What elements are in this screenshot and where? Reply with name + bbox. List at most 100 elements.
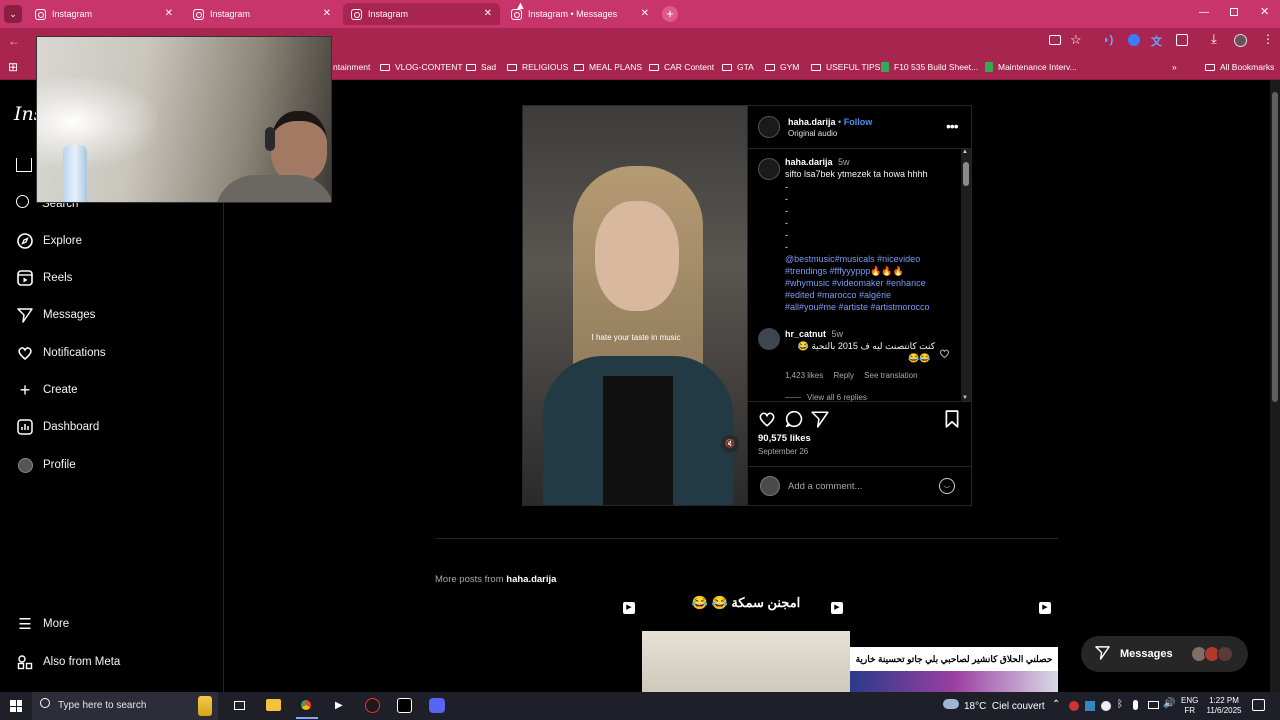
notification-center-icon[interactable] (1252, 699, 1265, 711)
bookmark-folder[interactable]: CAR Content (649, 62, 714, 72)
nav-explore[interactable]: Explore (16, 229, 82, 253)
extension-icon[interactable]: ◗) (1103, 34, 1113, 46)
save-bookmark-icon[interactable] (944, 410, 960, 433)
chrome-icon[interactable] (298, 697, 314, 713)
comments-scrollbar[interactable]: ▲ ▼ (961, 149, 971, 401)
more-post-thumbnail[interactable]: ▶ (435, 595, 642, 692)
more-posts-username[interactable]: haha.darija (506, 574, 556, 585)
nav-dashboard[interactable]: Dashboard (16, 415, 99, 439)
messages-floating-button[interactable]: Messages (1081, 636, 1248, 672)
bookmark-folder[interactable]: GTA (722, 62, 754, 72)
profile-avatar-icon[interactable] (1234, 34, 1247, 47)
comment-like-icon[interactable] (939, 346, 950, 364)
caption-username[interactable]: haha.darija (785, 157, 833, 167)
tray-overflow-icon[interactable]: ⌃ (1052, 699, 1060, 710)
browser-tab[interactable]: Instagram • Messages ✕ (503, 3, 657, 25)
commenter-avatar[interactable] (758, 328, 780, 350)
tray-app-icon[interactable] (1101, 701, 1111, 711)
tab-search-button[interactable]: ⌄ (4, 5, 22, 23)
emoji-icon[interactable]: ‿ (939, 478, 955, 494)
bookmark-folder[interactable]: GYM (765, 62, 799, 72)
bookmark-folder[interactable]: USEFUL TIPS (811, 62, 880, 72)
comment-likes[interactable]: 1,423 likes (785, 371, 823, 380)
download-icon[interactable]: ⤓ (1211, 31, 1217, 47)
media-player-icon[interactable]: ▶ (335, 700, 343, 711)
install-app-icon[interactable] (1049, 35, 1061, 45)
browser-tab[interactable]: Instagram ✕ (185, 3, 339, 25)
mute-icon[interactable]: 🔇 (721, 435, 739, 453)
language-indicator[interactable]: ENG FR (1181, 696, 1198, 716)
comment-reply-button[interactable]: Reply (833, 371, 853, 380)
close-tab-icon[interactable]: ✕ (165, 8, 173, 19)
weather-text[interactable]: 18°C Ciel couvert (964, 701, 1045, 712)
bookmark-folder[interactable]: RELIGIOUS (507, 62, 568, 72)
author-avatar[interactable] (758, 116, 780, 138)
close-tab-icon[interactable]: ✕ (484, 8, 492, 19)
follow-button[interactable]: Follow (844, 117, 873, 127)
commenter-username[interactable]: hr_catnut (785, 329, 826, 339)
home-icon[interactable] (16, 158, 32, 172)
task-view-icon[interactable] (234, 701, 245, 710)
file-explorer-icon[interactable] (266, 699, 281, 711)
caption-hashtags[interactable]: @bestmusic#musicals #nicevideo #trending… (785, 253, 930, 313)
close-window-icon[interactable]: ✕ (1260, 5, 1269, 18)
nav-reels[interactable]: Reels (16, 266, 72, 290)
clock[interactable]: 1:22 PM 11/6/2025 (1204, 696, 1244, 716)
author-username[interactable]: haha.darija (788, 117, 836, 127)
like-icon[interactable] (758, 410, 776, 433)
translate-extension-icon[interactable]: 文 (1151, 33, 1162, 49)
bookmark-folder[interactable]: Sad (466, 62, 496, 72)
post-options-icon[interactable]: ••• (946, 118, 959, 134)
nav-messages[interactable]: Messages (16, 303, 95, 327)
browser-tab-active[interactable]: Instagram ✕ (343, 3, 500, 25)
bookmark-sheet[interactable]: Maintenance Interv... (985, 62, 1077, 72)
bookmark-folder[interactable]: VLOG-CONTENT (380, 62, 463, 72)
discord-icon[interactable] (429, 698, 445, 713)
more-post-thumbnail[interactable]: ▶ حصلني الحلاق كانشير لصاحبي بلي جاتو تح… (850, 595, 1058, 692)
page-scrollbar[interactable] (1270, 80, 1280, 692)
bookmarks-overflow-icon[interactable]: » (1172, 62, 1177, 72)
add-comment-input[interactable]: Add a comment... (788, 481, 928, 492)
bookmark-star-icon[interactable]: ☆ (1070, 32, 1082, 48)
network-icon[interactable] (1148, 701, 1159, 709)
extensions-puzzle-icon[interactable] (1176, 34, 1188, 46)
apps-grid-icon[interactable]: ⊞ (8, 60, 18, 74)
bookmark-folder[interactable]: MEAL PLANS (574, 62, 642, 72)
comment-icon[interactable] (785, 410, 803, 433)
windows-start-icon[interactable] (10, 700, 22, 712)
caption-avatar[interactable] (758, 158, 780, 180)
nav-also-from-meta[interactable]: Also from Meta (16, 650, 120, 674)
new-tab-button[interactable]: + (662, 6, 678, 22)
taskbar-search-box[interactable]: Type here to search (32, 692, 218, 720)
more-post-thumbnail[interactable]: 😂 😂 امجنن سمكة ▶ (642, 595, 850, 692)
bookmark-item[interactable]: ntainment (333, 62, 370, 72)
back-arrow-icon[interactable]: ← (8, 34, 20, 48)
like-count[interactable]: 90,575 likes (758, 433, 811, 444)
search-icon[interactable] (16, 195, 29, 208)
close-tab-icon[interactable]: ✕ (323, 8, 331, 19)
close-tab-icon[interactable]: ✕ (641, 8, 649, 19)
maximize-icon[interactable] (1230, 8, 1238, 16)
nav-create[interactable]: + Create (16, 378, 78, 402)
volume-icon[interactable]: 🔊 (1163, 698, 1175, 709)
bookmark-sheet[interactable]: F10 535 Build Sheet... (881, 62, 978, 72)
scrollbar-thumb[interactable] (1272, 92, 1278, 402)
nav-profile[interactable]: Profile (16, 453, 76, 477)
nav-more[interactable]: ☰ More (16, 612, 69, 636)
capcut-icon[interactable] (397, 698, 412, 713)
browser-tab[interactable]: Instagram ✕ (27, 3, 181, 25)
extension-icon[interactable] (1128, 34, 1140, 46)
tray-app-icon[interactable] (1069, 701, 1079, 711)
all-bookmarks[interactable]: All Bookmarks (1205, 62, 1274, 72)
minimize-icon[interactable]: — (1199, 7, 1209, 18)
bluetooth-icon[interactable]: ᛒ (1117, 699, 1123, 710)
original-audio-link[interactable]: Original audio (788, 129, 837, 138)
see-translation-link[interactable]: See translation (864, 371, 917, 380)
browser-menu-icon[interactable]: ⋮ (1262, 32, 1274, 46)
share-icon[interactable] (811, 410, 829, 433)
microphone-icon[interactable] (1133, 700, 1138, 710)
app-icon[interactable] (365, 698, 380, 713)
nav-notifications[interactable]: Notifications (16, 341, 106, 365)
tray-app-icon[interactable] (1085, 701, 1095, 711)
post-video[interactable]: I hate your taste in music 🔇 (522, 105, 748, 506)
